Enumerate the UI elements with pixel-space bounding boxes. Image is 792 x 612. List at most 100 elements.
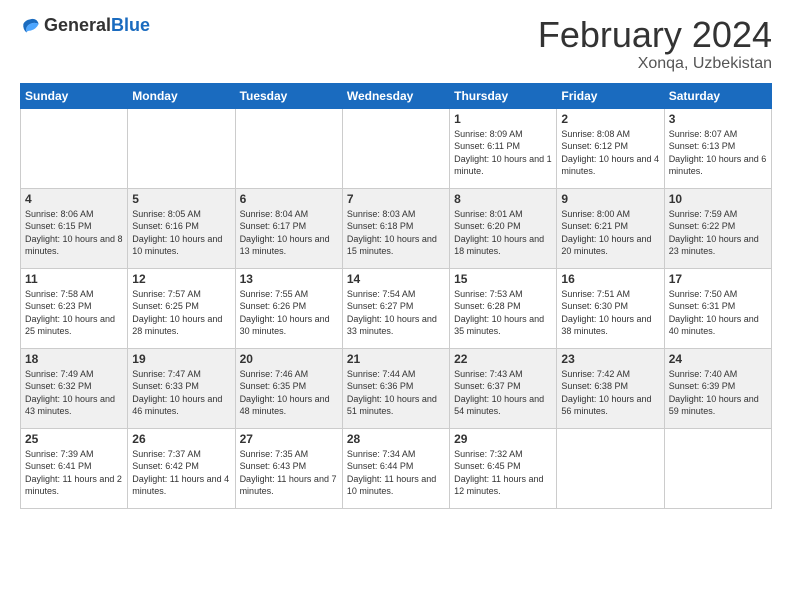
- day-info: Sunrise: 7:49 AM Sunset: 6:32 PM Dayligh…: [25, 368, 123, 418]
- logo-icon: [20, 16, 40, 36]
- page: GeneralBlue February 2024 Xonqa, Uzbekis…: [0, 0, 792, 519]
- table-row: 24Sunrise: 7:40 AM Sunset: 6:39 PM Dayli…: [664, 348, 771, 428]
- day-info: Sunrise: 7:39 AM Sunset: 6:41 PM Dayligh…: [25, 448, 123, 498]
- col-sunday: Sunday: [21, 83, 128, 108]
- location-subtitle: Xonqa, Uzbekistan: [538, 55, 772, 73]
- calendar-week-row: 11Sunrise: 7:58 AM Sunset: 6:23 PM Dayli…: [21, 268, 772, 348]
- day-number: 11: [25, 272, 123, 286]
- day-number: 20: [240, 352, 338, 366]
- table-row: 27 Sunrise: 7:35 AM Sunset: 6:43 PM Dayli…: [235, 428, 342, 508]
- logo: GeneralBlue: [20, 15, 150, 36]
- table-row: 21 Sunrise: 7:44 AM Sunset: 6:36 PM Dayli…: [342, 348, 449, 428]
- table-row: 28Sunrise: 7:34 AM Sunset: 6:44 PM Dayli…: [342, 428, 449, 508]
- day-number: 24: [669, 352, 767, 366]
- month-year-title: February 2024: [538, 15, 772, 55]
- table-row: 13 Sunrise: 7:55 AM Sunset: 6:26 PM Dayli…: [235, 268, 342, 348]
- calendar-week-row: 1 Sunrise: 8:09 AM Sunset: 6:11 PM Daylig…: [21, 108, 772, 188]
- day-info: Sunrise: 7:55 AM Sunset: 6:26 PM Dayligh…: [240, 288, 338, 338]
- calendar-table: Sunday Monday Tuesday Wednesday Thursday…: [20, 83, 772, 509]
- table-row: 22 Sunrise: 7:43 AM Sunset: 6:37 PM Dayli…: [450, 348, 557, 428]
- day-number: 23: [561, 352, 659, 366]
- col-thursday: Thursday: [450, 83, 557, 108]
- table-row: 25 Sunrise: 7:39 AM Sunset: 6:41 PM Dayli…: [21, 428, 128, 508]
- col-friday: Friday: [557, 83, 664, 108]
- day-number: 16: [561, 272, 659, 286]
- day-number: 6: [240, 192, 338, 206]
- day-info: Sunrise: 7:51 AM Sunset: 6:30 PM Dayligh…: [561, 288, 659, 338]
- table-row: 1 Sunrise: 8:09 AM Sunset: 6:11 PM Daylig…: [450, 108, 557, 188]
- day-number: 25: [25, 432, 123, 446]
- calendar-week-row: 18 Sunrise: 7:49 AM Sunset: 6:32 PM Dayli…: [21, 348, 772, 428]
- day-info: Sunrise: 8:01 AM Sunset: 6:20 PM Dayligh…: [454, 208, 552, 258]
- table-row: 11Sunrise: 7:58 AM Sunset: 6:23 PM Dayli…: [21, 268, 128, 348]
- day-info: Sunrise: 8:03 AM Sunset: 6:18 PM Dayligh…: [347, 208, 445, 258]
- day-number: 12: [132, 272, 230, 286]
- table-row: 20 Sunrise: 7:46 AM Sunset: 6:35 PM Dayli…: [235, 348, 342, 428]
- day-info: Sunrise: 7:46 AM Sunset: 6:35 PM Dayligh…: [240, 368, 338, 418]
- day-number: 3: [669, 112, 767, 126]
- day-info: Sunrise: 7:32 AM Sunset: 6:45 PM Dayligh…: [454, 448, 552, 498]
- day-number: 8: [454, 192, 552, 206]
- table-row: 9 Sunrise: 8:00 AM Sunset: 6:21 PM Daylig…: [557, 188, 664, 268]
- table-row: 6 Sunrise: 8:04 AM Sunset: 6:17 PM Daylig…: [235, 188, 342, 268]
- col-saturday: Saturday: [664, 83, 771, 108]
- day-info: Sunrise: 7:35 AM Sunset: 6:43 PM Dayligh…: [240, 448, 338, 498]
- day-info: Sunrise: 8:07 AM Sunset: 6:13 PM Dayligh…: [669, 128, 767, 178]
- title-block: February 2024 Xonqa, Uzbekistan: [538, 15, 772, 73]
- table-row: 16 Sunrise: 7:51 AM Sunset: 6:30 PM Dayli…: [557, 268, 664, 348]
- logo-text-general: General: [44, 15, 111, 35]
- day-number: 22: [454, 352, 552, 366]
- day-number: 21: [347, 352, 445, 366]
- table-row: 4 Sunrise: 8:06 AM Sunset: 6:15 PM Daylig…: [21, 188, 128, 268]
- day-info: Sunrise: 8:04 AM Sunset: 6:17 PM Dayligh…: [240, 208, 338, 258]
- day-number: 7: [347, 192, 445, 206]
- table-row: 26 Sunrise: 7:37 AM Sunset: 6:42 PM Dayli…: [128, 428, 235, 508]
- table-row: 17 Sunrise: 7:50 AM Sunset: 6:31 PM Dayli…: [664, 268, 771, 348]
- day-info: Sunrise: 7:37 AM Sunset: 6:42 PM Dayligh…: [132, 448, 230, 498]
- table-row: [21, 108, 128, 188]
- table-row: 15 Sunrise: 7:53 AM Sunset: 6:28 PM Dayli…: [450, 268, 557, 348]
- table-row: [342, 108, 449, 188]
- day-number: 27: [240, 432, 338, 446]
- day-info: Sunrise: 7:50 AM Sunset: 6:31 PM Dayligh…: [669, 288, 767, 338]
- day-info: Sunrise: 7:43 AM Sunset: 6:37 PM Dayligh…: [454, 368, 552, 418]
- day-number: 1: [454, 112, 552, 126]
- day-info: Sunrise: 8:05 AM Sunset: 6:16 PM Dayligh…: [132, 208, 230, 258]
- table-row: 3 Sunrise: 8:07 AM Sunset: 6:13 PM Daylig…: [664, 108, 771, 188]
- calendar-week-row: 4 Sunrise: 8:06 AM Sunset: 6:15 PM Daylig…: [21, 188, 772, 268]
- day-info: Sunrise: 8:00 AM Sunset: 6:21 PM Dayligh…: [561, 208, 659, 258]
- calendar-week-row: 25 Sunrise: 7:39 AM Sunset: 6:41 PM Dayli…: [21, 428, 772, 508]
- calendar-header-row: Sunday Monday Tuesday Wednesday Thursday…: [21, 83, 772, 108]
- day-number: 17: [669, 272, 767, 286]
- day-info: Sunrise: 7:47 AM Sunset: 6:33 PM Dayligh…: [132, 368, 230, 418]
- table-row: 19Sunrise: 7:47 AM Sunset: 6:33 PM Dayli…: [128, 348, 235, 428]
- day-number: 29: [454, 432, 552, 446]
- table-row: [664, 428, 771, 508]
- day-info: Sunrise: 7:44 AM Sunset: 6:36 PM Dayligh…: [347, 368, 445, 418]
- table-row: 7 Sunrise: 8:03 AM Sunset: 6:18 PM Daylig…: [342, 188, 449, 268]
- day-info: Sunrise: 7:34 AM Sunset: 6:44 PM Dayligh…: [347, 448, 445, 498]
- table-row: 5 Sunrise: 8:05 AM Sunset: 6:16 PM Daylig…: [128, 188, 235, 268]
- day-number: 2: [561, 112, 659, 126]
- day-number: 13: [240, 272, 338, 286]
- table-row: 23Sunrise: 7:42 AM Sunset: 6:38 PM Dayli…: [557, 348, 664, 428]
- day-info: Sunrise: 8:06 AM Sunset: 6:15 PM Dayligh…: [25, 208, 123, 258]
- header: GeneralBlue February 2024 Xonqa, Uzbekis…: [20, 15, 772, 73]
- table-row: 18 Sunrise: 7:49 AM Sunset: 6:32 PM Dayli…: [21, 348, 128, 428]
- day-number: 18: [25, 352, 123, 366]
- logo-text-blue: Blue: [111, 15, 150, 35]
- table-row: 10Sunrise: 7:59 AM Sunset: 6:22 PM Dayli…: [664, 188, 771, 268]
- day-info: Sunrise: 8:09 AM Sunset: 6:11 PM Dayligh…: [454, 128, 552, 178]
- day-info: Sunrise: 7:54 AM Sunset: 6:27 PM Dayligh…: [347, 288, 445, 338]
- day-number: 9: [561, 192, 659, 206]
- day-number: 4: [25, 192, 123, 206]
- day-info: Sunrise: 7:53 AM Sunset: 6:28 PM Dayligh…: [454, 288, 552, 338]
- day-number: 15: [454, 272, 552, 286]
- table-row: [235, 108, 342, 188]
- day-number: 5: [132, 192, 230, 206]
- table-row: 29 Sunrise: 7:32 AM Sunset: 6:45 PM Dayli…: [450, 428, 557, 508]
- day-info: Sunrise: 8:08 AM Sunset: 6:12 PM Dayligh…: [561, 128, 659, 178]
- day-info: Sunrise: 7:57 AM Sunset: 6:25 PM Dayligh…: [132, 288, 230, 338]
- day-number: 26: [132, 432, 230, 446]
- table-row: 8 Sunrise: 8:01 AM Sunset: 6:20 PM Daylig…: [450, 188, 557, 268]
